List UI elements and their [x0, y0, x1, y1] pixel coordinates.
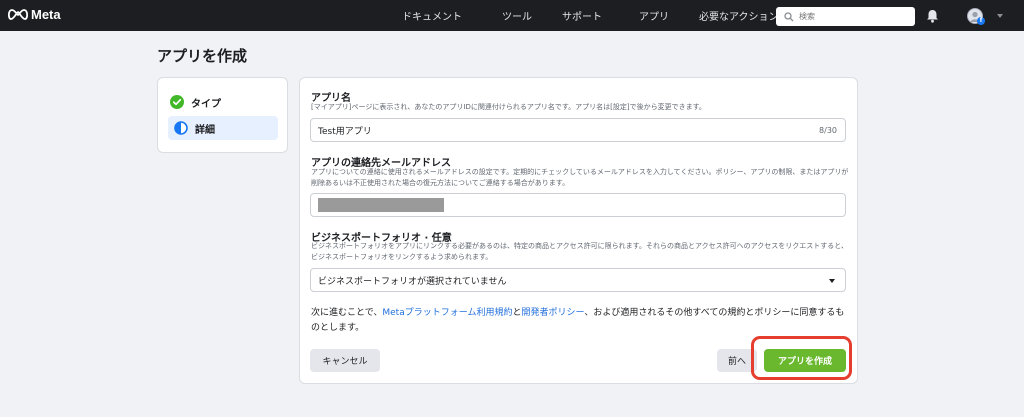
nav-support[interactable]: サポート [562, 8, 602, 23]
portfolio-selected-value: ビジネスポートフォリオが選択されていません [318, 276, 507, 287]
facebook-badge-icon: f [977, 17, 985, 25]
terms-text: 次に進むことで、Metaプラットフォーム利用規約と開発者ポリシー、および適用され… [311, 306, 847, 336]
step-details-label: 詳細 [195, 124, 215, 136]
app-name-counter: 8/30 [819, 126, 837, 135]
search-box[interactable] [776, 7, 915, 26]
nav-docs[interactable]: ドキュメント [402, 8, 462, 23]
email-field[interactable] [310, 193, 846, 217]
cancel-button[interactable]: キャンセル [310, 349, 380, 372]
step-type[interactable]: タイプ [170, 90, 221, 114]
main-nav: ドキュメント ツール サポート アプリ 必要なアクション [402, 0, 779, 31]
step-details[interactable]: 詳細 [168, 116, 278, 140]
nav-apps[interactable]: アプリ [639, 8, 669, 23]
dropdown-caret-icon [829, 279, 835, 283]
portfolio-description: ビジネスポートフォリオをアプリにリンクする必要があるのは、特定の商品とアクセス許… [311, 242, 848, 261]
check-circle-icon [170, 95, 184, 109]
app-name-description: [マイアプリ]ページに表示され、あなたのアプリIDに関連付けられるアプリ名です。… [311, 103, 706, 111]
step-type-label: タイプ [191, 98, 221, 110]
portfolio-select[interactable]: ビジネスポートフォリオが選択されていません [310, 268, 846, 292]
developer-policy-link[interactable]: 開発者ポリシー [521, 308, 584, 318]
search-input[interactable] [799, 12, 899, 21]
meta-infinity-icon [8, 9, 28, 20]
half-circle-progress-icon [174, 121, 188, 135]
notification-bell-icon[interactable] [926, 9, 939, 23]
annotation-highlight-box [751, 336, 852, 380]
steps-panel: タイプ 詳細 [157, 77, 288, 153]
redacted-email [318, 198, 444, 212]
meta-logo-text: Meta [31, 7, 61, 22]
nav-tools[interactable]: ツール [502, 8, 532, 23]
meta-logo[interactable]: Meta [8, 7, 61, 22]
app-name-field[interactable]: Test用アプリ 8/30 [310, 118, 846, 142]
search-icon [784, 11, 794, 21]
nav-required-actions[interactable]: 必要なアクション [699, 8, 779, 23]
user-avatar[interactable]: f [967, 8, 985, 25]
page-title: アプリを作成 [157, 47, 248, 65]
account-menu-chevron-icon[interactable] [997, 14, 1003, 18]
terms-prefix: 次に進むことで、 [311, 308, 383, 318]
app-name-value: Test用アプリ [318, 126, 372, 137]
platform-terms-link[interactable]: Metaプラットフォーム利用規約 [382, 308, 512, 318]
email-description: アプリについての連絡に使用されるメールアドレスの設定です。定期的にチェックしてい… [311, 168, 849, 187]
top-navigation-bar: Meta ドキュメント ツール サポート アプリ 必要なアクション f [0, 0, 1024, 31]
